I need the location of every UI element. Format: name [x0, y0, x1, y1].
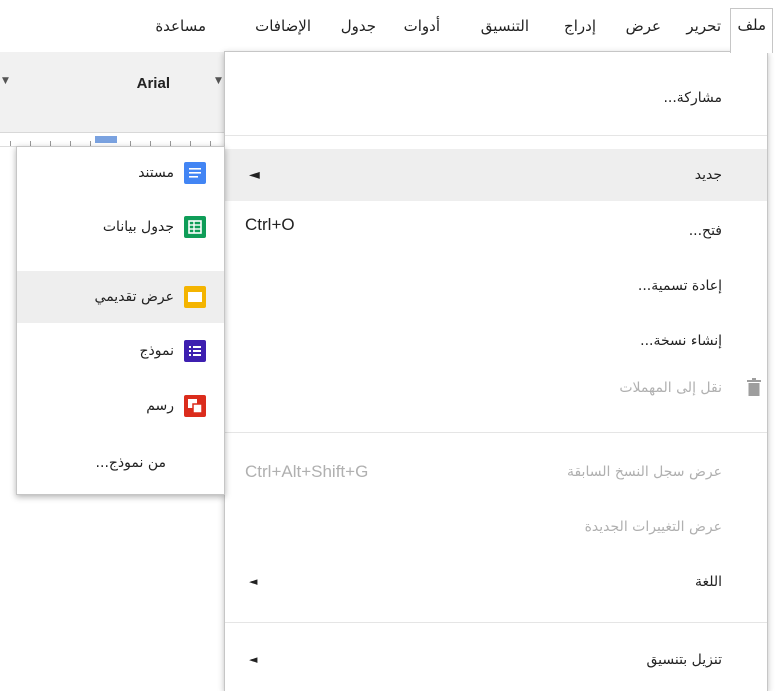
form-icon: [184, 340, 206, 362]
submenu-item-label: عرض تقديمي: [94, 289, 174, 305]
submenu-item-from-template[interactable]: من نموذج...: [17, 437, 224, 489]
menu-separator: [225, 622, 767, 623]
menu-bar: ملف تحرير عرض إدراج التنسيق أدوات جدول ا…: [0, 0, 778, 53]
menu-table[interactable]: جدول: [341, 10, 376, 42]
submenu-item-label: جدول بيانات: [102, 219, 174, 235]
submenu-item-form[interactable]: نموذج: [17, 325, 224, 377]
menu-item-label: مشاركة...: [663, 90, 722, 106]
menu-addons[interactable]: الإضافات: [255, 10, 311, 42]
indent-marker[interactable]: [95, 136, 117, 143]
submenu-item-label: مستند: [138, 165, 174, 181]
menu-file[interactable]: ملف: [730, 8, 773, 53]
menu-item-open[interactable]: Ctrl+O فتح...: [225, 205, 767, 257]
menu-tools[interactable]: أدوات: [404, 10, 440, 42]
submenu-item-label: نموذج: [139, 343, 175, 359]
document-icon: [184, 162, 206, 184]
menu-insert[interactable]: إدراج: [564, 10, 596, 42]
file-menu: مشاركة... ◄ جديد Ctrl+O فتح... إعادة تسم…: [224, 51, 768, 691]
menu-view[interactable]: عرض: [626, 10, 661, 42]
menu-item-language[interactable]: ◄ اللغة: [225, 556, 767, 608]
menu-item-label: فتح...: [688, 223, 722, 239]
font-family-select[interactable]: Arial: [95, 70, 170, 98]
drawing-icon: [184, 395, 206, 417]
new-submenu: مستند جدول بيانات عرض تقديمي نموذج رسم م…: [16, 146, 225, 495]
submenu-item-presentation[interactable]: عرض تقديمي: [17, 271, 224, 323]
menu-item-new[interactable]: ◄ جديد: [225, 149, 767, 201]
menu-item-download-as[interactable]: ◄ تنزيل بتنسيق: [225, 634, 767, 686]
spreadsheet-icon: [184, 216, 206, 238]
shortcut-label: Ctrl+O: [245, 215, 295, 234]
menu-item-label: عرض التغييرات الجديدة: [584, 519, 722, 535]
submenu-item-spreadsheet[interactable]: جدول بيانات: [17, 201, 224, 253]
submenu-arrow-icon: ◄: [249, 653, 258, 666]
chevron-down-icon[interactable]: ▼: [2, 76, 9, 86]
menu-item-label: إعادة تسمية...: [637, 278, 722, 294]
menu-format[interactable]: التنسيق: [481, 10, 529, 42]
submenu-item-drawing[interactable]: رسم: [17, 380, 224, 432]
submenu-item-label: رسم: [146, 398, 174, 414]
submenu-arrow-icon: ◄: [249, 575, 258, 588]
menu-edit[interactable]: تحرير: [686, 10, 721, 42]
menu-item-rename[interactable]: إعادة تسمية...: [225, 260, 767, 312]
menu-item-revision-history[interactable]: Ctrl+Alt+Shift+G عرض سجل النسخ السابقة: [225, 446, 767, 498]
shortcut-label: Ctrl+Alt+Shift+G: [245, 462, 369, 481]
menu-item-move-to-trash[interactable]: نقل إلى المهملات: [225, 362, 767, 414]
menu-help[interactable]: مساعدة: [155, 10, 206, 42]
submenu-arrow-icon: ◄: [249, 167, 260, 183]
menu-item-label: عرض سجل النسخ السابقة: [566, 464, 722, 480]
menu-item-make-copy[interactable]: إنشاء نسخة...: [225, 315, 767, 367]
toolbar: ▼ Arial ▼: [0, 52, 226, 133]
submenu-item-label: من نموذج...: [95, 455, 166, 471]
menu-item-label: اللغة: [694, 574, 722, 590]
presentation-icon: [184, 286, 206, 308]
chevron-down-icon[interactable]: ▼: [215, 76, 222, 86]
menu-item-label: إنشاء نسخة...: [640, 333, 722, 349]
menu-item-label: تنزيل بتنسيق: [646, 652, 722, 668]
submenu-item-document[interactable]: مستند: [17, 147, 224, 199]
menu-separator: [225, 432, 767, 433]
menu-item-label: نقل إلى المهملات: [619, 380, 722, 396]
menu-item-label: جديد: [694, 167, 722, 183]
menu-item-share[interactable]: مشاركة...: [225, 72, 767, 124]
trash-icon: [747, 378, 761, 396]
menu-item-see-new-changes[interactable]: عرض التغييرات الجديدة: [225, 501, 767, 553]
menu-separator: [225, 135, 767, 136]
